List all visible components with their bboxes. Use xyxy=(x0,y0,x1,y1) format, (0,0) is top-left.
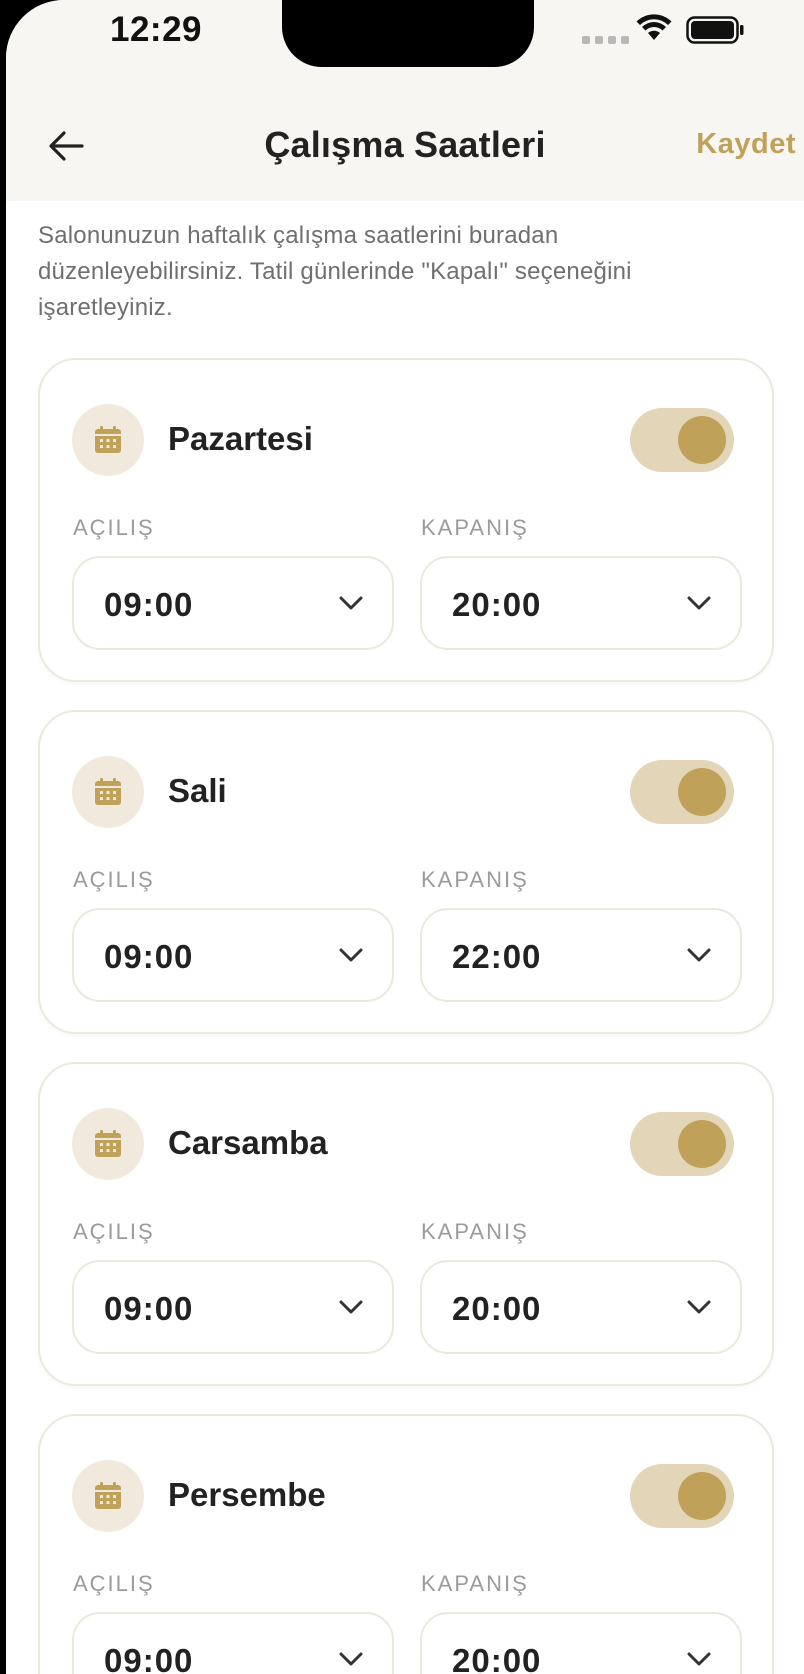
day-card-wednesday: Carsamba AÇILIŞ KAPANIŞ 09:00 20:00 xyxy=(38,1062,774,1386)
day-open-toggle[interactable] xyxy=(630,760,734,824)
save-button[interactable]: Kaydet xyxy=(696,128,796,161)
opening-label: AÇILIŞ xyxy=(73,515,155,540)
calendar-icon xyxy=(72,756,144,828)
opening-label: AÇILIŞ xyxy=(73,1219,155,1244)
day-card-monday: Pazartesi AÇILIŞ KAPANIŞ 09:00 20:00 xyxy=(38,358,774,682)
top-bar: 12:29 Çalışma Saatleri Kaydet xyxy=(6,0,804,201)
closing-label: KAPANIŞ xyxy=(421,515,529,540)
chevron-down-icon xyxy=(687,948,711,962)
closing-time-value: 20:00 xyxy=(452,586,542,623)
chevron-down-icon xyxy=(339,1652,363,1666)
chevron-down-icon xyxy=(339,948,363,962)
calendar-icon xyxy=(72,1460,144,1532)
day-open-toggle[interactable] xyxy=(630,1112,734,1176)
closing-time-select[interactable]: 20:00 xyxy=(420,1612,742,1674)
closing-label: KAPANIŞ xyxy=(421,1571,529,1596)
closing-label: KAPANIŞ xyxy=(421,1219,529,1244)
chevron-down-icon xyxy=(339,1300,363,1314)
closing-time-select[interactable]: 22:00 xyxy=(420,908,742,1002)
day-name: Carsamba xyxy=(168,1124,328,1161)
opening-time-value: 09:00 xyxy=(104,1642,194,1674)
closing-time-value: 20:00 xyxy=(452,1642,542,1674)
dynamic-island xyxy=(282,0,534,67)
status-time: 12:29 xyxy=(110,10,203,49)
opening-time-select[interactable]: 09:00 xyxy=(72,556,394,650)
day-card-thursday: Persembe AÇILIŞ KAPANIŞ 09:00 20:00 xyxy=(38,1414,774,1674)
closing-time-value: 22:00 xyxy=(452,938,542,975)
chevron-down-icon xyxy=(339,596,363,610)
day-open-toggle[interactable] xyxy=(630,408,734,472)
chevron-down-icon xyxy=(687,596,711,610)
day-name: Persembe xyxy=(168,1476,326,1513)
opening-label: AÇILIŞ xyxy=(73,867,155,892)
opening-time-select[interactable]: 09:00 xyxy=(72,1612,394,1674)
opening-time-value: 09:00 xyxy=(104,586,194,623)
opening-label: AÇILIŞ xyxy=(73,1571,155,1596)
calendar-icon xyxy=(72,404,144,476)
page-title: Çalışma Saatleri xyxy=(264,124,546,165)
closing-time-select[interactable]: 20:00 xyxy=(420,1260,742,1354)
day-name: Sali xyxy=(168,772,227,809)
page-description: Salonunuzun haftalık çalışma saatlerini … xyxy=(38,222,632,321)
toggle-knob xyxy=(678,1472,726,1520)
closing-time-select[interactable]: 20:00 xyxy=(420,556,742,650)
calendar-icon xyxy=(72,1108,144,1180)
wifi-icon xyxy=(636,14,672,40)
toggle-knob xyxy=(678,1120,726,1168)
opening-time-select[interactable]: 09:00 xyxy=(72,908,394,1002)
opening-time-value: 09:00 xyxy=(104,1290,194,1327)
chevron-down-icon xyxy=(687,1652,711,1666)
toggle-knob xyxy=(678,768,726,816)
opening-time-select[interactable]: 09:00 xyxy=(72,1260,394,1354)
chevron-down-icon xyxy=(687,1300,711,1314)
toggle-knob xyxy=(678,416,726,464)
day-open-toggle[interactable] xyxy=(630,1464,734,1528)
app-screen: 12:29 Çalışma Saatleri Kaydet Salonunuzu… xyxy=(6,0,804,1674)
closing-label: KAPANIŞ xyxy=(421,867,529,892)
opening-time-value: 09:00 xyxy=(104,938,194,975)
signal-icon xyxy=(582,36,629,44)
battery-icon xyxy=(686,16,744,44)
day-name: Pazartesi xyxy=(168,420,313,457)
day-card-tuesday: Sali AÇILIŞ KAPANIŞ 09:00 22:00 xyxy=(38,710,774,1034)
closing-time-value: 20:00 xyxy=(452,1290,542,1327)
